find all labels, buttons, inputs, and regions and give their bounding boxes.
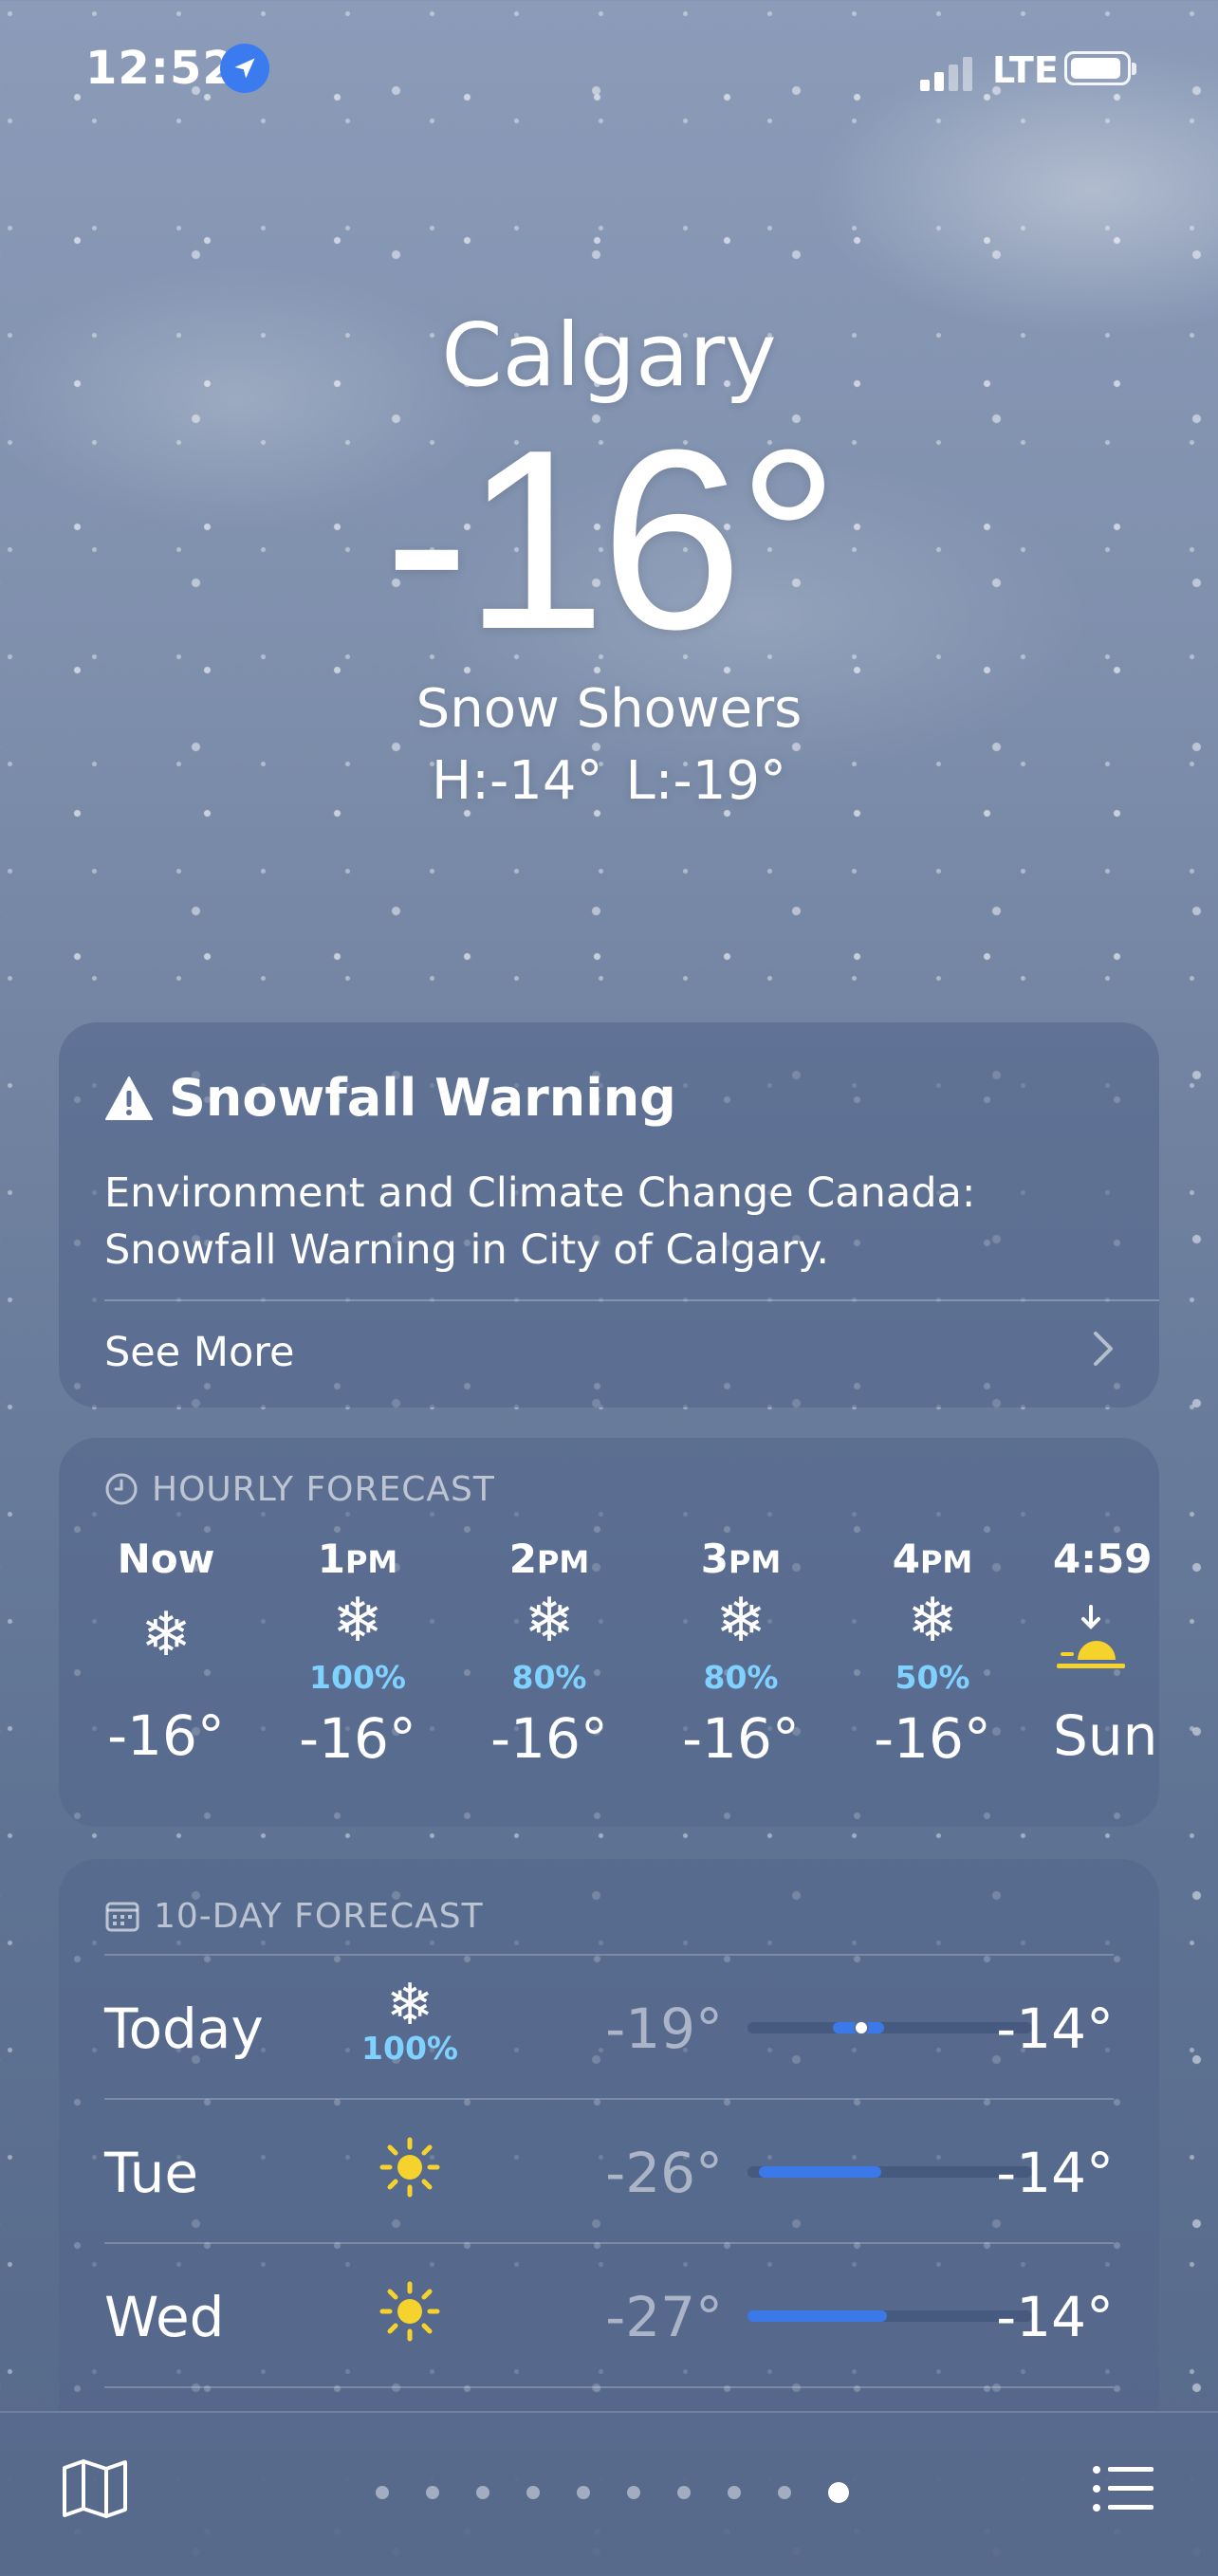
hour-column: 3PM ❄ 80% -16°	[651, 1531, 831, 1776]
precip-chance: 100%	[309, 1659, 406, 1696]
day-name: Tue	[104, 2141, 199, 2205]
hourly-forecast-card[interactable]: HOURLY FORECAST Now ❄ -16° 1PM ❄ 100% -16…	[59, 1438, 1159, 1827]
hour-column: 1PM ❄ 100% -16°	[268, 1531, 448, 1776]
snowflake-icon: ❄	[907, 1586, 958, 1656]
current-temp-marker	[854, 2020, 869, 2035]
see-more-link[interactable]: See More	[104, 1324, 294, 1381]
day-low-temp: -26°	[605, 2141, 723, 2205]
day-row[interactable]: Tue -26° -14°	[59, 2100, 1159, 2242]
page-dot[interactable]	[778, 2486, 791, 2499]
hour-label: 3PM	[700, 1536, 782, 1582]
page-dot[interactable]	[828, 2482, 849, 2503]
precip-chance: 80%	[703, 1659, 779, 1696]
cellular-signal-icon	[920, 57, 977, 91]
city-list-button[interactable]	[1089, 2458, 1157, 2519]
sunset-icon	[1057, 1605, 1125, 1668]
calendar-icon	[105, 1902, 139, 1932]
sun-icon	[379, 2281, 440, 2342]
hour-column: 2PM ❄ 80% -16°	[459, 1531, 639, 1776]
page-dot[interactable]	[627, 2486, 640, 2499]
sun-icon	[379, 2137, 440, 2198]
precip-chance: 100%	[361, 2030, 458, 2067]
day-low-temp: -19°	[605, 1996, 723, 2061]
snowflake-icon: ❄	[332, 1586, 383, 1656]
range-fill	[747, 2310, 887, 2322]
hour-column: 4PM ❄ 50% -16°	[842, 1531, 1023, 1776]
hour-temp: -16°	[299, 1706, 416, 1771]
day-row[interactable]: Today ❄ 100% -19° -14°	[59, 1956, 1159, 2098]
hour-temp: -16°	[107, 1703, 225, 1768]
list-icon	[1093, 2466, 1153, 2512]
alert-title-row: Snowfall Warning	[104, 1068, 676, 1128]
hour-label: 4:59	[1053, 1536, 1153, 1582]
battery-icon	[1064, 51, 1136, 85]
network-type: LTE	[992, 49, 1059, 91]
hour-label: 1PM	[317, 1536, 398, 1582]
hour-column: Now ❄ -16°	[76, 1531, 256, 1774]
page-dot[interactable]	[577, 2486, 590, 2499]
hour-label: 2PM	[508, 1536, 590, 1582]
warning-icon	[105, 1076, 153, 1120]
map-button[interactable]	[61, 2458, 129, 2519]
current-temperature: -16°	[383, 397, 840, 683]
high-temp: H:-14°	[432, 750, 603, 812]
map-icon	[63, 2459, 127, 2518]
hour-label: 4PM	[892, 1536, 973, 1582]
day-name: Wed	[104, 2285, 225, 2349]
day-high-temp: -14°	[996, 2141, 1114, 2205]
hour-temp: -16°	[874, 1706, 991, 1771]
temperature-range-bar	[747, 2310, 1032, 2322]
page-indicator[interactable]	[376, 2481, 850, 2504]
temperature-range-bar	[747, 2166, 1032, 2178]
ten-day-forecast-label: 10-DAY FORECAST	[154, 1897, 484, 1936]
chevron-right-icon	[1094, 1332, 1113, 1366]
page-dot[interactable]	[728, 2486, 741, 2499]
ten-day-forecast-header: 10-DAY FORECAST	[104, 1897, 484, 1936]
temperature-range-bar	[747, 2020, 1032, 2035]
page-dot[interactable]	[376, 2486, 389, 2499]
bottom-toolbar	[0, 2411, 1218, 2576]
day-name: Today	[104, 1996, 264, 2061]
precip-chance: 80%	[511, 1659, 587, 1696]
divider	[104, 1299, 1159, 1301]
day-low-temp: -27°	[605, 2285, 723, 2349]
hourly-forecast-label: HOURLY FORECAST	[152, 1470, 495, 1509]
snowflake-icon: ❄	[140, 1600, 192, 1670]
low-temp: L:-19°	[625, 750, 786, 812]
hour-temp: -16°	[490, 1706, 608, 1771]
snowflake-icon: ❄	[715, 1586, 766, 1656]
weather-alert-card[interactable]: Snowfall Warning Environment and Climate…	[59, 1022, 1159, 1408]
range-fill	[759, 2166, 881, 2178]
page-dot[interactable]	[677, 2486, 691, 2499]
alert-body: Environment and Climate Change Canada: S…	[104, 1169, 976, 1274]
status-bar: 12:52 LTE	[0, 36, 1218, 102]
hour-column: 4:59 Sun	[1034, 1531, 1159, 1774]
day-row[interactable]: Wed -27° -14°	[59, 2244, 1159, 2386]
snowflake-icon: ❄	[385, 1972, 434, 2038]
hour-temp: -16°	[682, 1706, 800, 1771]
current-weather: Calgary -16° Snow Showers H:-14° L:-19°	[0, 285, 1218, 818]
clock-icon	[105, 1473, 138, 1505]
precip-chance: 50%	[895, 1659, 970, 1696]
location-arrow-icon	[220, 44, 269, 93]
day-high-temp: -14°	[996, 2285, 1114, 2349]
snowflake-icon: ❄	[524, 1586, 575, 1656]
condition-text: Snow Showers	[415, 678, 803, 740]
status-time: 12:52	[85, 42, 235, 95]
page-dot[interactable]	[526, 2486, 540, 2499]
day-high-temp: -14°	[996, 1996, 1114, 2061]
page-dot[interactable]	[476, 2486, 489, 2499]
page-dot[interactable]	[426, 2486, 439, 2499]
hour-label: Now	[117, 1536, 215, 1582]
high-low: H:-14° L:-19°	[0, 745, 1218, 818]
hour-temp: Sun	[1053, 1703, 1158, 1768]
hourly-forecast-header: HOURLY FORECAST	[104, 1470, 495, 1509]
ten-day-forecast-card[interactable]: 10-DAY FORECAST Today ❄ 100% -19° -14° Tu…	[59, 1859, 1159, 2447]
alert-title: Snowfall Warning	[169, 1068, 676, 1128]
divider	[104, 2386, 1114, 2388]
